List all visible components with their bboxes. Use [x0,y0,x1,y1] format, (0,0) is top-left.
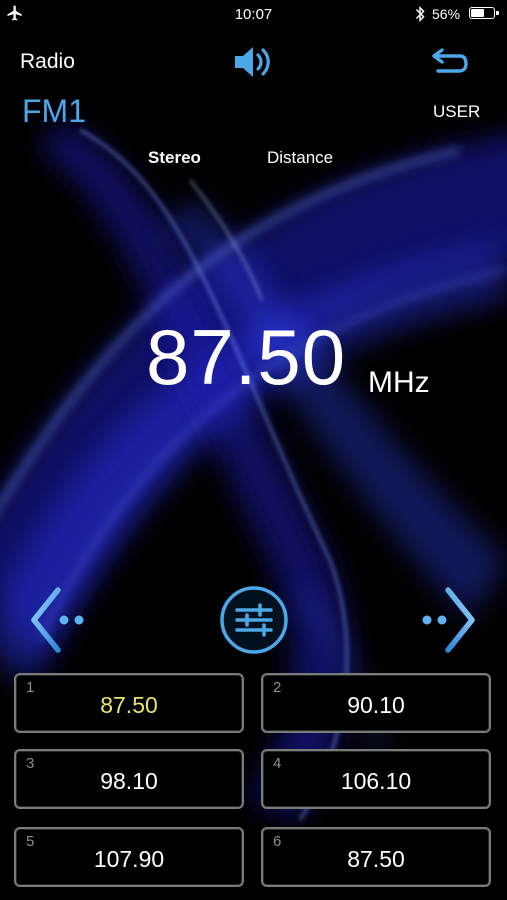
preset-frequency: 106.10 [340,768,412,794]
battery-icon [469,7,499,19]
user-button[interactable]: USER [433,102,480,122]
preset-button-2[interactable]: 2 90.10 [261,673,491,733]
preset-frequency: 87.50 [100,692,158,718]
bluetooth-icon [415,5,425,23]
frequency-display: 87.50 [146,313,347,401]
battery-nub [496,11,499,15]
app-title: Radio [20,50,75,73]
preset-frequency: 98.10 [100,768,158,794]
preset-button-1[interactable]: 1 87.50 [14,673,244,733]
back-arrow-icon[interactable] [430,44,470,76]
status-time: 10:07 [234,6,273,23]
battery-fill [471,9,485,17]
preset-frequency: 90.10 [347,692,405,718]
frequency-unit: MHz [368,366,430,399]
preset-button-6[interactable]: 6 87.50 [261,827,491,887]
preset-button-5[interactable]: 5 107.90 [14,827,244,887]
band-label[interactable]: FM1 [22,93,86,130]
equalizer-icon[interactable] [218,584,290,656]
stereo-indicator: Stereo [148,148,201,167]
status-bar: 10:07 56% [0,0,507,30]
preset-button-3[interactable]: 3 98.10 [14,749,244,809]
distance-toggle[interactable]: Distance [267,148,333,168]
volume-icon[interactable] [232,43,274,81]
radio-screen: 10:07 56% Radio FM1 USER Stereo Distance… [0,0,507,900]
preset-frequency: 87.50 [347,846,405,872]
preset-frequency: 107.90 [93,846,165,872]
seek-next-icon[interactable] [408,586,478,654]
seek-previous-icon[interactable] [28,586,98,654]
preset-button-4[interactable]: 4 106.10 [261,749,491,809]
battery-percentage: 56% [432,6,461,22]
